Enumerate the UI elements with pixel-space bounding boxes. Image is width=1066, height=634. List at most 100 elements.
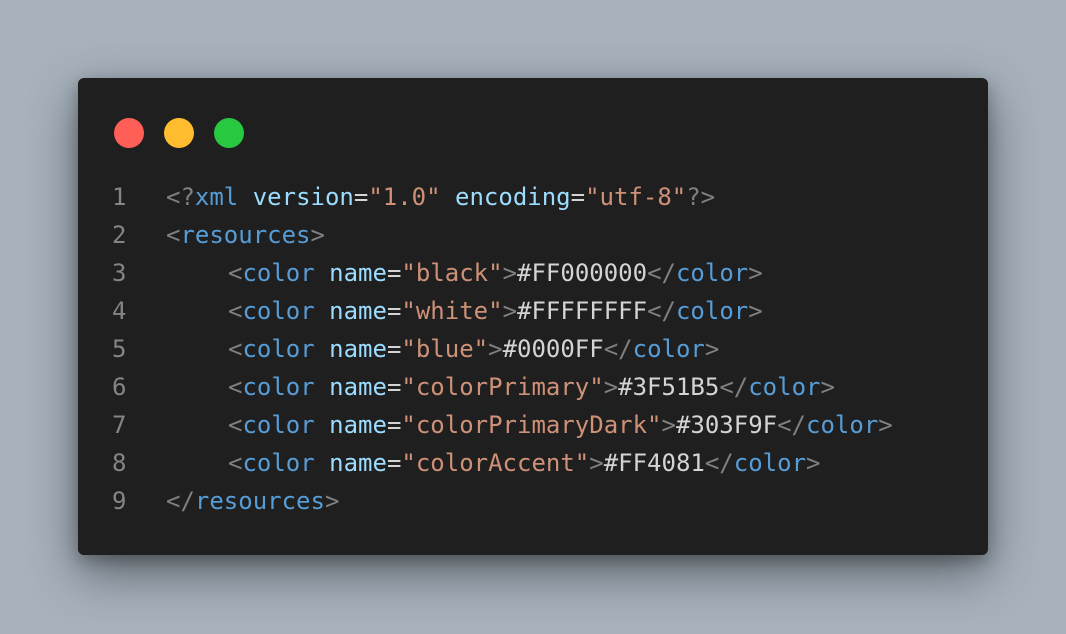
token-tag: color [242,335,315,363]
code-line: 1 <?xml version="1.0" encoding="utf-8"?> [78,178,988,216]
code-line: 2 <resources> [78,216,988,254]
line-number: 6 [112,373,127,401]
token-punct: < [228,335,243,363]
token-tag: color [675,259,749,287]
line-content: <color name="blue">#0000FF</color> [166,330,988,368]
token-punct: > [603,373,619,401]
line-content: <?xml version="1.0" encoding="utf-8"?> [166,178,988,216]
token-string: "white" [401,297,503,325]
line-content: <color name="colorPrimaryDark">#303F9F</… [166,406,988,444]
minimize-icon[interactable] [164,118,194,148]
line-number: 9 [112,487,127,515]
token-tag: color [242,449,315,477]
token-attr: name [329,373,387,401]
token-punct: > [589,449,604,477]
token-punct: > [502,259,518,287]
token-punct: > [324,487,340,515]
token-text: = [386,297,402,325]
token-tag: color [242,373,315,401]
code-line: 5 <color name="blue">#0000FF</color> [78,330,988,368]
line-content: <resources> [166,216,988,254]
token-punct: </ [777,411,807,439]
token-attr: name [329,297,387,325]
code-line: 3 <color name="black">#FF000000</color> [78,254,988,292]
token-punct: </ [647,297,676,325]
line-content: <color name="colorAccent">#FF4081</color… [166,444,988,482]
maximize-icon[interactable] [214,118,244,148]
token-punct: < [228,259,243,287]
token-punct: </ [719,373,749,401]
token-text: = [386,373,402,401]
token-punct: > [806,449,821,477]
token-attr: name [329,335,387,363]
token-tag: resources [194,487,325,515]
line-content: </resources> [166,482,988,520]
token-punct: > [502,297,518,325]
token-tag: color [733,449,807,477]
token-punct: > [820,373,835,401]
token-string: "colorPrimary" [401,373,604,401]
token-tag: color [242,411,315,439]
line-number: 2 [112,221,127,249]
line-content: <color name="colorPrimary">#3F51B5</colo… [166,368,988,406]
line-number: 4 [112,297,127,325]
token-punct: ?> [686,183,716,211]
code-line: 8 <color name="colorAccent">#FF4081</colo… [78,444,988,482]
token-attr: name [329,411,387,439]
line-content: <color name="black">#FF000000</color> [166,254,988,292]
token-punct: </ [166,487,195,515]
token-punct: > [748,297,763,325]
token-tag: xml [194,183,239,211]
token-string: "1.0" [368,183,441,211]
line-number: 3 [112,259,127,287]
token-tag: color [748,373,821,401]
token-text: = [570,183,586,211]
token-tag: color [675,297,749,325]
token-tag: color [632,335,705,363]
token-text: = [386,335,402,363]
token-attr: name [329,259,387,287]
token-punct: < [228,297,243,325]
code-line: 6 <color name="colorPrimary">#3F51B5</col… [78,368,988,406]
line-number: 7 [112,411,127,439]
token-punct: < [228,411,243,439]
token-punct: < [228,373,243,401]
token-text: #303F9F [675,411,778,439]
token-punct: <? [166,183,195,211]
token-punct: > [704,335,720,363]
token-text: #FFFFFFFF [517,297,648,325]
token-punct: > [661,411,676,439]
code-line: 7 <color name="colorPrimaryDark">#303F9F<… [78,406,988,444]
token-tag: color [242,297,315,325]
token-string: "colorPrimaryDark" [401,411,662,439]
token-text: = [353,183,369,211]
line-number: 5 [112,335,127,363]
line-number: 8 [112,449,127,477]
close-icon[interactable] [114,118,144,148]
code-line: 4 <color name="white">#FFFFFFFF</color> [78,292,988,330]
token-text: #0000FF [502,335,604,363]
token-tag: color [242,259,315,287]
token-punct: </ [603,335,633,363]
token-punct: > [488,335,503,363]
line-number: 1 [112,183,127,211]
token-punct: > [878,411,893,439]
token-text: = [386,411,402,439]
token-string: "blue" [401,335,489,363]
token-attr: encoding [455,183,571,211]
code-block: 1 <?xml version="1.0" encoding="utf-8"?> 2… [78,178,988,520]
token-punct: < [166,221,181,249]
token-text: = [386,449,402,477]
code-line: 9 </resources> [78,482,988,520]
token-string: "utf-8" [585,183,687,211]
window-controls [114,118,244,148]
code-window: 1 <?xml version="1.0" encoding="utf-8"?> 2… [78,78,988,555]
